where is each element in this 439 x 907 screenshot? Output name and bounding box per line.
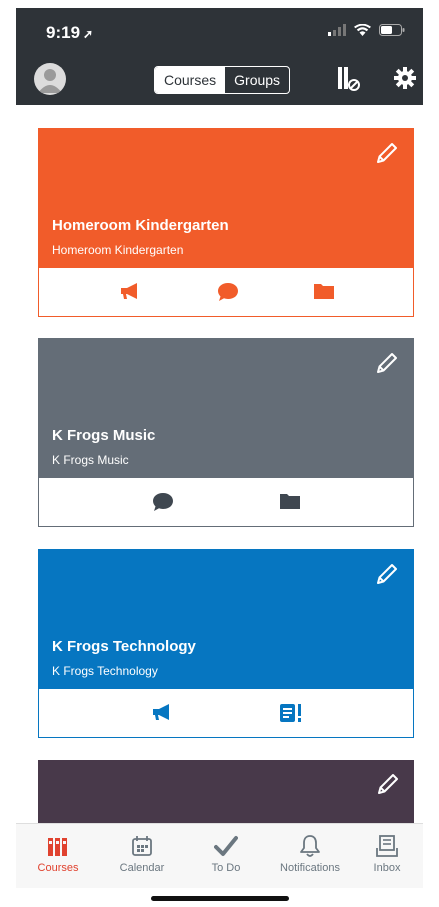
location-arrow-icon: ➚ xyxy=(83,27,94,41)
tab-inbox[interactable]: Inbox xyxy=(354,833,420,874)
tab-courses[interactable]: Courses xyxy=(18,833,98,874)
assignments-icon[interactable] xyxy=(279,703,303,723)
course-card[interactable]: Homeroom Kindergarten Homeroom Kindergar… xyxy=(38,128,414,317)
discussions-icon[interactable] xyxy=(152,492,174,512)
pencil-icon[interactable] xyxy=(375,141,399,165)
course-actions xyxy=(39,689,413,737)
signal-icon xyxy=(328,24,346,36)
course-title: K Frogs Music xyxy=(52,427,156,444)
course-actions xyxy=(39,268,413,316)
course-card[interactable] xyxy=(38,760,414,823)
avatar[interactable] xyxy=(34,63,66,95)
wifi-icon xyxy=(354,24,371,36)
course-title: Homeroom Kindergarten xyxy=(52,217,229,234)
gear-icon[interactable] xyxy=(394,67,416,89)
segmented-control: Courses Groups xyxy=(154,66,291,94)
announcements-icon[interactable] xyxy=(119,282,141,300)
course-title: K Frogs Technology xyxy=(52,638,196,655)
battery-icon xyxy=(379,24,405,36)
course-card[interactable]: K Frogs Music K Frogs Music xyxy=(38,338,414,527)
course-card[interactable]: K Frogs Technology K Frogs Technology xyxy=(38,549,414,738)
segment-courses[interactable]: Courses xyxy=(155,67,226,93)
courses-icon xyxy=(48,838,67,856)
status-time: 9:19 ➚ xyxy=(46,23,94,42)
user-icon xyxy=(38,69,62,93)
course-card-header[interactable]: Homeroom Kindergarten Homeroom Kindergar… xyxy=(39,129,413,268)
tab-notifications[interactable]: Notifications xyxy=(270,833,350,874)
course-card-header[interactable]: K Frogs Music K Frogs Music xyxy=(39,339,413,478)
course-subtitle: K Frogs Music xyxy=(52,453,129,467)
pencil-icon[interactable] xyxy=(375,351,399,375)
files-icon[interactable] xyxy=(279,492,301,510)
discussions-icon[interactable] xyxy=(217,282,239,302)
nav-bar: Courses Groups xyxy=(16,53,423,105)
course-card-header[interactable] xyxy=(38,760,414,823)
pencil-icon[interactable] xyxy=(376,772,400,796)
segment-groups[interactable]: Groups xyxy=(225,67,289,93)
announcements-icon[interactable] xyxy=(151,703,173,721)
course-card-header[interactable]: K Frogs Technology K Frogs Technology xyxy=(39,550,413,689)
course-subtitle: K Frogs Technology xyxy=(52,664,158,678)
checkmark-icon xyxy=(214,836,238,856)
course-actions xyxy=(39,478,413,526)
files-icon[interactable] xyxy=(313,282,335,300)
course-subtitle: Homeroom Kindergarten xyxy=(52,243,184,257)
hide-courses-icon[interactable] xyxy=(336,66,362,92)
pencil-icon[interactable] xyxy=(375,562,399,586)
status-bar: 9:19 ➚ xyxy=(16,8,423,53)
tab-calendar[interactable]: Calendar xyxy=(102,833,182,874)
tab-bar: Courses Calendar To Do Notifications Inb… xyxy=(16,823,423,888)
inbox-icon xyxy=(376,835,398,857)
home-indicator xyxy=(151,896,289,901)
tab-todo[interactable]: To Do xyxy=(186,833,266,874)
bell-icon xyxy=(300,835,320,857)
calendar-icon xyxy=(132,836,152,856)
